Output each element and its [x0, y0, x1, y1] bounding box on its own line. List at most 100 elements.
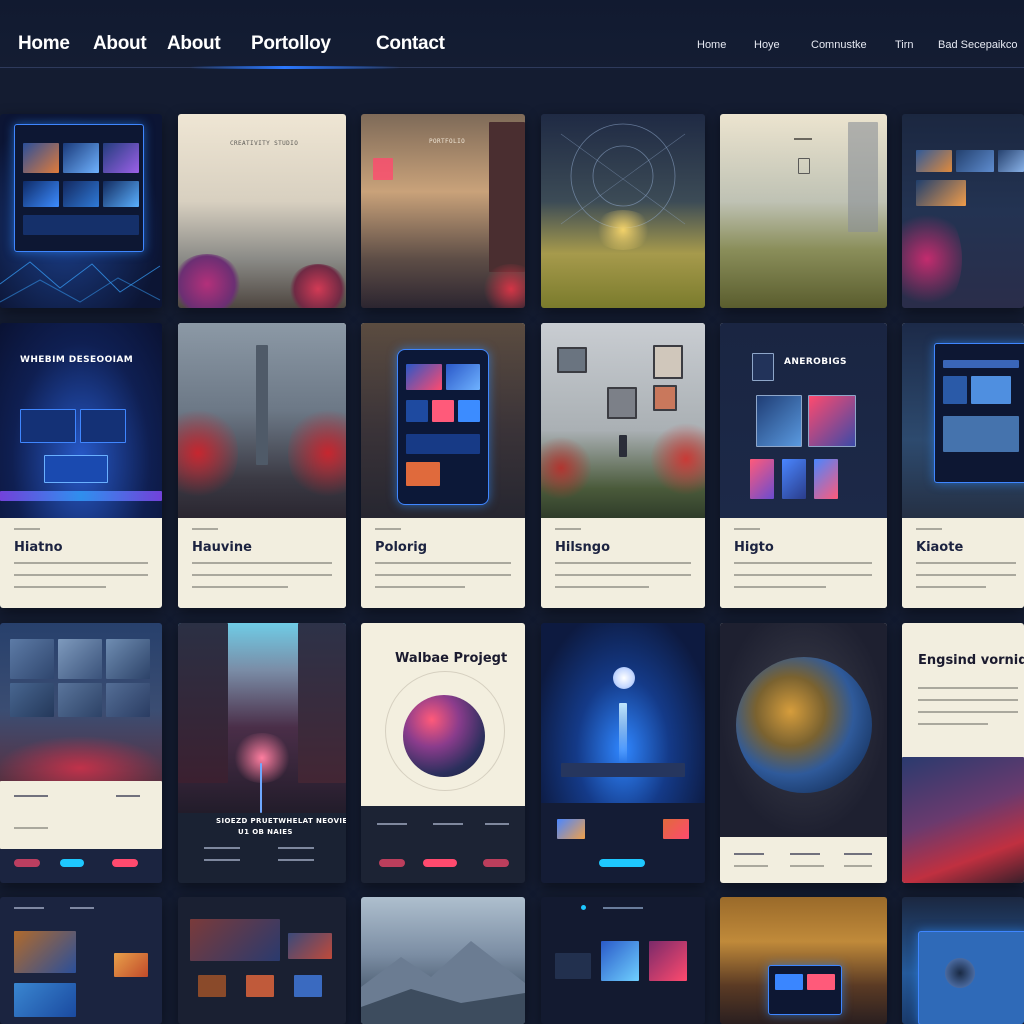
cta-button-primary[interactable]: [60, 859, 84, 867]
card-body-line: [734, 865, 768, 867]
phone-tile: [446, 364, 480, 390]
content-thumbnail: [557, 819, 585, 839]
screen-panel-image: [916, 180, 966, 206]
cta-button-primary[interactable]: [599, 859, 645, 867]
portfolio-card-r2-c6[interactable]: Kiaote: [902, 323, 1024, 608]
screen-tile: [63, 181, 99, 207]
card-title: Hiatno: [14, 540, 63, 555]
cta-button-secondary[interactable]: [14, 859, 40, 867]
nav-link-about[interactable]: About: [93, 33, 147, 55]
content-thumbnail: [14, 983, 76, 1017]
card-kicker-line: [555, 528, 581, 530]
flowers-image: [178, 254, 242, 308]
building-right-image: [298, 623, 346, 783]
tower-image: [256, 345, 268, 465]
card-caption: CREATIVITY STUDIO: [230, 140, 299, 147]
portfolio-card-r1-c6[interactable]: [902, 114, 1024, 308]
card-info-panel: Kiaote: [902, 518, 1024, 608]
portfolio-card-r4-c4[interactable]: [541, 897, 705, 1024]
info-strip: [0, 781, 162, 849]
gallery-walkway-image: [541, 323, 705, 518]
portfolio-card-r2-c3[interactable]: Polorig: [361, 323, 525, 608]
network-lines-image: [0, 261, 161, 303]
cta-button-tertiary[interactable]: [112, 859, 138, 867]
monitor-screen: [934, 343, 1024, 483]
card-body-line: [204, 859, 240, 861]
portfolio-card-r1-c5[interactable]: [720, 114, 887, 308]
card-body-line: [14, 586, 106, 588]
card-title: Kiaote: [916, 540, 964, 555]
grid-photo: [58, 683, 102, 717]
card-body-line: [918, 711, 1018, 713]
utility-link-hoye[interactable]: Hoye: [754, 39, 780, 51]
utility-link-secondary[interactable]: Bad Secepaikco: [938, 39, 1018, 51]
cta-button-primary[interactable]: [423, 859, 457, 867]
portfolio-card-r4-c2[interactable]: [178, 897, 346, 1024]
nav-link-about-secondary[interactable]: About: [167, 33, 221, 55]
portfolio-card-r3-c2[interactable]: SIOEZD PRUETWHELAT NEOVIE U1 OB NAIES: [178, 623, 346, 883]
screen-tile: [80, 409, 126, 443]
portfolio-card-r2-c5[interactable]: ANEROBIGS Higto: [720, 323, 887, 608]
grid-photo: [10, 683, 54, 717]
strip-line: [116, 795, 140, 797]
flowers-image: [288, 264, 346, 308]
portfolio-card-r3-c6[interactable]: Engsind vornide: [902, 623, 1024, 883]
portfolio-card-r1-c2[interactable]: CREATIVITY STUDIO: [178, 114, 346, 308]
cta-button-secondary[interactable]: [379, 859, 405, 867]
portfolio-card-r4-c1[interactable]: [0, 897, 162, 1024]
portfolio-card-r2-c2[interactable]: Hauvine: [178, 323, 346, 608]
globe-image: [736, 657, 872, 793]
portfolio-card-r2-c4[interactable]: Hilsngo: [541, 323, 705, 608]
card-body-line: [485, 823, 509, 825]
portfolio-card-r3-c5[interactable]: [720, 623, 887, 883]
cta-button-tertiary[interactable]: [483, 859, 509, 867]
portfolio-card-r4-c3[interactable]: [361, 897, 525, 1024]
card-body-line: [734, 586, 826, 588]
utility-link-home[interactable]: Home: [697, 39, 726, 51]
card-body-line: [555, 574, 691, 576]
card-body-line: [14, 574, 148, 576]
neon-sign-image: [373, 158, 393, 180]
card-hero-title: Walbae Projegt: [395, 651, 508, 666]
phone-tile: [406, 434, 480, 454]
card-caption-line: SIOEZD PRUETWHELAT NEOVIE: [216, 817, 346, 825]
screen-tile: [63, 143, 99, 173]
card-body-line: [918, 699, 1018, 701]
nav-link-home[interactable]: Home: [18, 33, 70, 55]
portfolio-card-r1-c1[interactable]: [0, 114, 162, 308]
building-left-image: [178, 623, 228, 783]
card-body-line: [916, 574, 1016, 576]
nav-active-indicator: [190, 66, 400, 69]
portfolio-card-r3-c1[interactable]: [0, 623, 162, 883]
planet-image: [403, 695, 485, 777]
status-dot-icon: [581, 905, 586, 910]
portfolio-card-r3-c3[interactable]: Walbae Projegt: [361, 623, 525, 883]
card-body-line: [603, 907, 643, 909]
grid-photo: [58, 639, 102, 679]
monitor-tile: [943, 360, 1019, 368]
earth-globe-image: [720, 623, 887, 837]
portfolio-card-r2-c1[interactable]: WHEBIM DESEOOIAM Hiatno: [0, 323, 162, 608]
phone-mockup-image: [361, 323, 525, 518]
utility-link-community[interactable]: Comnustke: [811, 39, 867, 51]
mountain-landscape-image: [361, 941, 525, 1024]
nav-link-portfolio[interactable]: Portolloy: [251, 33, 331, 55]
flowers-image: [902, 204, 962, 308]
portfolio-card-r3-c4[interactable]: [541, 623, 705, 883]
city-street-image: [178, 323, 346, 518]
card-title: Higto: [734, 540, 774, 555]
top-navigation: Home About About Portolloy Contact Home …: [0, 0, 1024, 70]
portfolio-card-r4-c5[interactable]: [720, 897, 887, 1024]
phone-tile: [458, 400, 480, 422]
card-caption: [794, 138, 812, 140]
portfolio-card-r4-c6[interactable]: [902, 897, 1024, 1024]
portfolio-card-r1-c3[interactable]: PORTFOLIO: [361, 114, 525, 308]
nav-link-contact[interactable]: Contact: [376, 33, 445, 55]
dashboard-mockup-image: ANEROBIGS: [720, 323, 887, 518]
fantasy-landscape-image: [902, 757, 1024, 883]
content-thumbnail: [190, 919, 280, 961]
portfolio-card-r1-c4[interactable]: [541, 114, 705, 308]
card-body-line: [433, 823, 463, 825]
content-thumbnail: [649, 941, 687, 981]
utility-link-tirn[interactable]: Tirn: [895, 39, 914, 51]
